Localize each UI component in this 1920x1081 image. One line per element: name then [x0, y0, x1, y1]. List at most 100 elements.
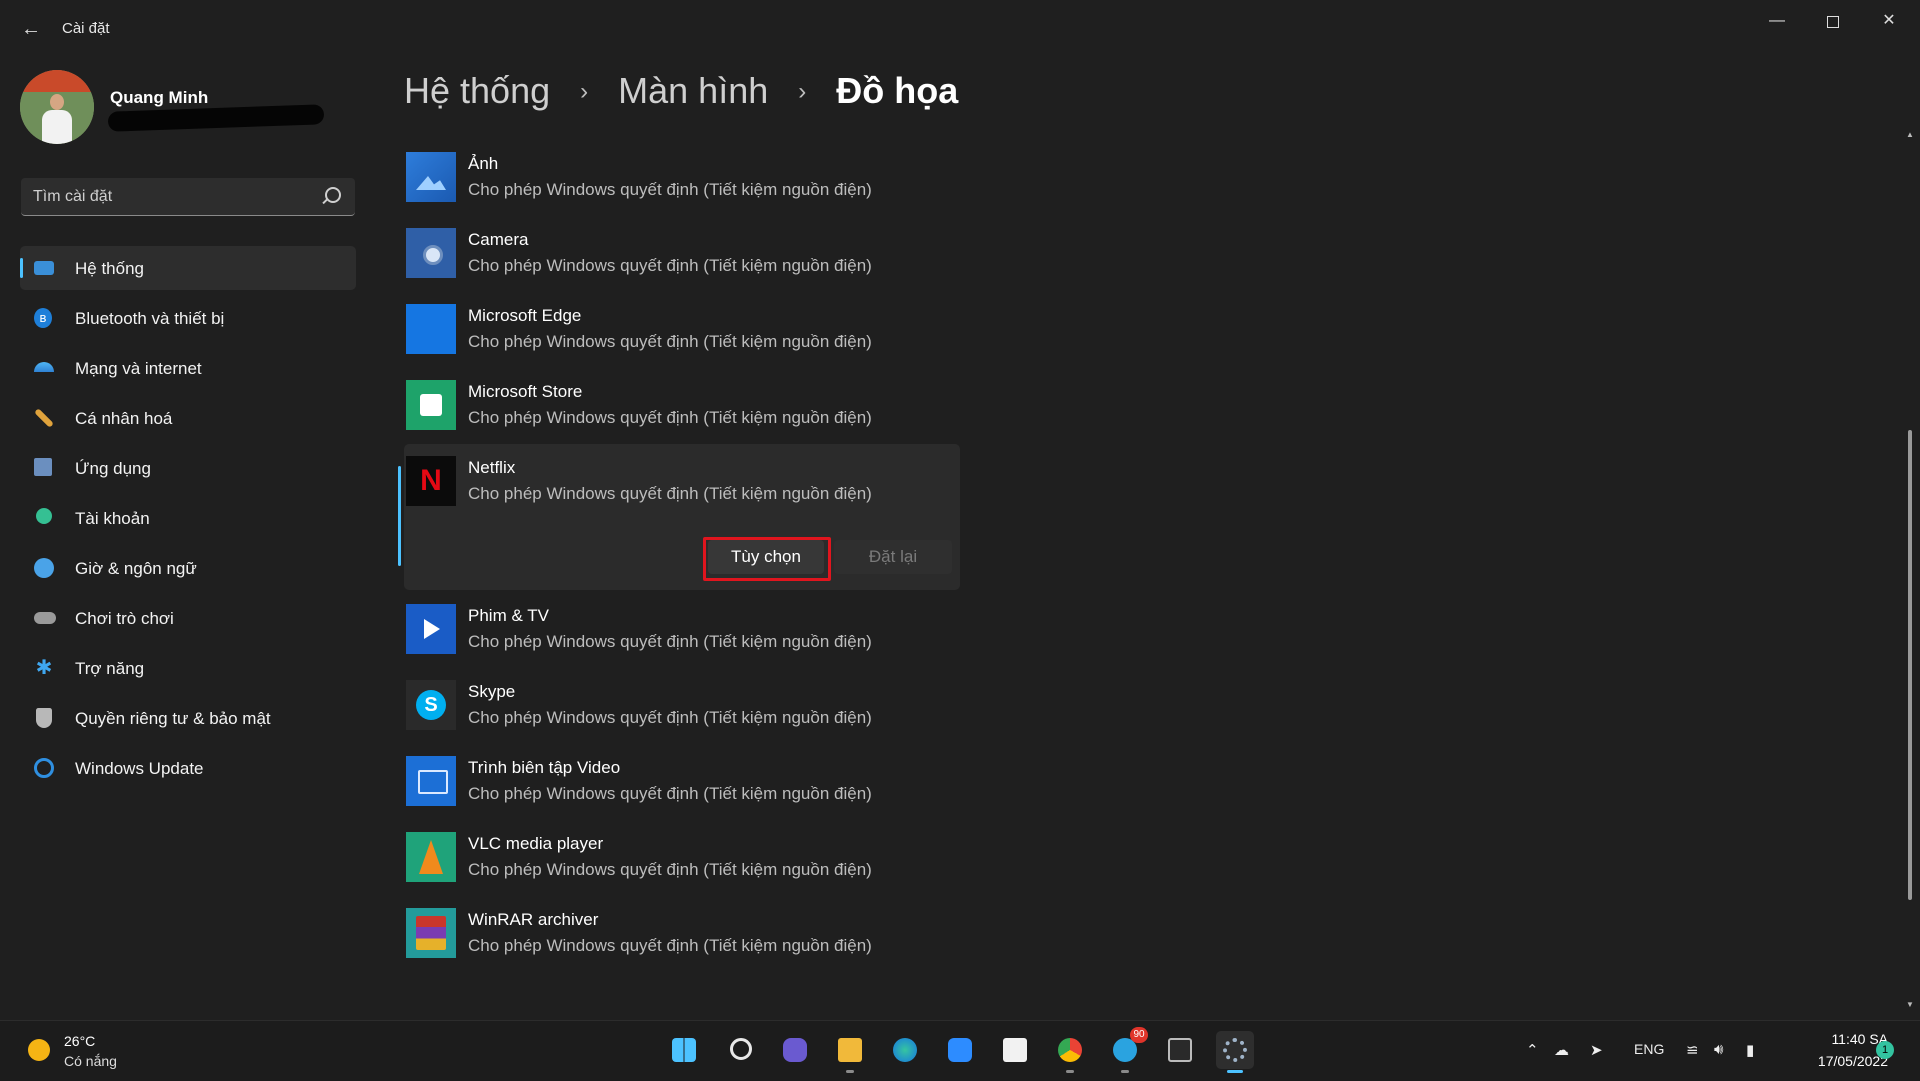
taskbar-search-button[interactable]	[721, 1031, 759, 1069]
avatar	[20, 70, 94, 144]
breadcrumb-item-system[interactable]: Hệ thống	[404, 70, 550, 111]
reset-button[interactable]: Đặt lại	[834, 540, 952, 574]
list-item[interactable]: Microsoft Edge Cho phép Windows quyết đị…	[404, 292, 960, 368]
running-indicator	[846, 1070, 854, 1073]
list-item-expanded[interactable]: N Netflix Cho phép Windows quyết định (T…	[398, 444, 960, 590]
app-gpu-preference: Cho phép Windows quyết định (Tiết kiệm n…	[468, 180, 872, 199]
globe-clock-icon	[34, 558, 54, 578]
sidebar-item-bluetooth[interactable]: ʙ Bluetooth và thiết bị	[20, 296, 356, 340]
volume-icon[interactable]: 🔊︎	[1714, 1041, 1723, 1058]
sidebar-item-label: Chơi trò chơi	[75, 609, 174, 628]
sidebar-item-accessibility[interactable]: ✱ Trợ năng	[20, 646, 356, 690]
taskbar-file-explorer[interactable]	[831, 1031, 869, 1073]
profile-name: Quang Minh	[110, 88, 209, 107]
list-item[interactable]: Microsoft Store Cho phép Windows quyết đ…	[404, 368, 960, 444]
sidebar-item-time-language[interactable]: Giờ & ngôn ngữ	[20, 546, 356, 590]
taskbar-chat-button[interactable]	[776, 1031, 814, 1069]
sidebar-item-label: Tài khoản	[75, 509, 150, 528]
battery-icon[interactable]: ▮	[1746, 1041, 1754, 1059]
sidebar-item-gaming[interactable]: Chơi trò chơi	[20, 596, 356, 640]
window-title: Cài đặt	[62, 20, 110, 37]
breadcrumb-item-display[interactable]: Màn hình	[618, 70, 768, 111]
list-item[interactable]: Phim & TV Cho phép Windows quyết định (T…	[404, 592, 960, 668]
zoom-icon	[948, 1038, 972, 1062]
taskbar-notion[interactable]	[1161, 1031, 1199, 1069]
onedrive-icon[interactable]: ☁	[1554, 1041, 1569, 1059]
notification-badge[interactable]: 1	[1876, 1041, 1894, 1059]
list-item[interactable]: Ảnh Cho phép Windows quyết định (Tiết ki…	[404, 140, 960, 216]
sidebar-item-windows-update[interactable]: Windows Update	[20, 746, 356, 790]
minimize-button[interactable]: —	[1749, 6, 1805, 36]
clock-time[interactable]: 11:40 SA	[1804, 1031, 1888, 1047]
sidebar-item-apps[interactable]: Ứng dụng	[20, 446, 356, 490]
app-name: Phim & TV	[468, 606, 549, 625]
scroll-up-icon[interactable]: ▲	[1906, 130, 1914, 140]
app-gpu-preference: Cho phép Windows quyết định (Tiết kiệm n…	[468, 256, 872, 275]
brush-icon	[34, 408, 54, 428]
taskbar-zoom[interactable]	[941, 1031, 979, 1069]
sidebar-item-label: Windows Update	[75, 759, 204, 778]
accessibility-icon: ✱	[35, 657, 53, 679]
sidebar-item-label: Quyền riêng tư & bảo mật	[75, 709, 271, 728]
sidebar-item-label: Giờ & ngôn ngữ	[75, 559, 197, 578]
app-gpu-preference: Cho phép Windows quyết định (Tiết kiệm n…	[468, 860, 872, 879]
search-box[interactable]: Tìm cài đặt	[21, 178, 355, 216]
weather-temperature[interactable]: 26°C	[64, 1033, 95, 1049]
chrome-icon	[1058, 1038, 1082, 1062]
maximize-button[interactable]	[1805, 6, 1861, 36]
apps-icon	[34, 458, 52, 476]
camera-app-icon	[406, 228, 456, 278]
search-input[interactable]: Tìm cài đặt	[33, 188, 112, 206]
app-name: VLC media player	[468, 834, 604, 853]
selection-indicator	[398, 466, 401, 566]
app-name: Skype	[468, 682, 516, 701]
vertical-scrollbar[interactable]: ▲ ▼	[1906, 130, 1914, 1010]
sidebar-item-network[interactable]: Mạng và internet	[20, 346, 356, 390]
chevron-right-icon: ›	[580, 78, 589, 105]
list-item[interactable]: WinRAR archiver Cho phép Windows quyết đ…	[404, 896, 960, 972]
list-item[interactable]: Skype Cho phép Windows quyết định (Tiết …	[404, 668, 960, 744]
scroll-down-icon[interactable]: ▼	[1906, 1000, 1914, 1010]
chevron-up-icon[interactable]: ⌃	[1526, 1041, 1539, 1059]
sidebar-item-label: Trợ năng	[75, 659, 145, 678]
list-item[interactable]: VLC media player Cho phép Windows quyết …	[404, 820, 960, 896]
sidebar-item-personalization[interactable]: Cá nhân hoá	[20, 396, 356, 440]
photos-app-icon	[406, 152, 456, 202]
account-icon	[36, 508, 52, 524]
taskbar-edge[interactable]	[886, 1031, 924, 1069]
taskbar-chrome[interactable]	[1051, 1031, 1089, 1073]
gear-icon	[1223, 1038, 1247, 1062]
update-icon	[34, 758, 54, 778]
sidebar-item-privacy[interactable]: Quyền riêng tư & bảo mật	[20, 696, 356, 740]
location-arrow-icon[interactable]: ➤	[1590, 1041, 1603, 1059]
sun-icon[interactable]	[28, 1039, 50, 1061]
unread-badge: 90	[1130, 1027, 1148, 1043]
app-list: Ảnh Cho phép Windows quyết định (Tiết ki…	[398, 140, 960, 972]
breadcrumb: Hệ thống › Màn hình › Đồ họa	[404, 70, 958, 112]
app-gpu-preference: Cho phép Windows quyết định (Tiết kiệm n…	[468, 784, 872, 803]
scroll-thumb[interactable]	[1908, 430, 1912, 900]
running-indicator	[1066, 1070, 1074, 1073]
sidebar-item-label: Bluetooth và thiết bị	[75, 309, 225, 328]
running-indicator	[1121, 1070, 1129, 1073]
weather-description[interactable]: Có nắng	[64, 1053, 117, 1069]
taskbar-office-app[interactable]	[996, 1031, 1034, 1069]
back-arrow-icon[interactable]: ←	[18, 16, 44, 42]
list-item[interactable]: Trình biên tập Video Cho phép Windows qu…	[404, 744, 960, 820]
wifi-icon	[34, 362, 54, 372]
list-item[interactable]: Camera Cho phép Windows quyết định (Tiết…	[404, 216, 960, 292]
app-name: Microsoft Edge	[468, 306, 582, 325]
sidebar-item-accounts[interactable]: Tài khoản	[20, 496, 356, 540]
sidebar-item-system[interactable]: Hệ thống	[20, 246, 356, 290]
search-icon	[325, 187, 341, 203]
wifi-icon[interactable]: ≌	[1686, 1041, 1699, 1059]
store-app-icon	[406, 380, 456, 430]
taskbar-telegram[interactable]: 90	[1106, 1027, 1148, 1073]
taskbar-settings[interactable]	[1216, 1031, 1254, 1073]
close-button[interactable]: ✕	[1861, 6, 1917, 36]
clock-date[interactable]: 17/05/2022	[1780, 1053, 1888, 1069]
input-language[interactable]: ENG	[1634, 1041, 1664, 1057]
start-button[interactable]	[665, 1031, 703, 1069]
skype-app-icon	[406, 680, 456, 730]
restore-icon	[1827, 16, 1839, 28]
